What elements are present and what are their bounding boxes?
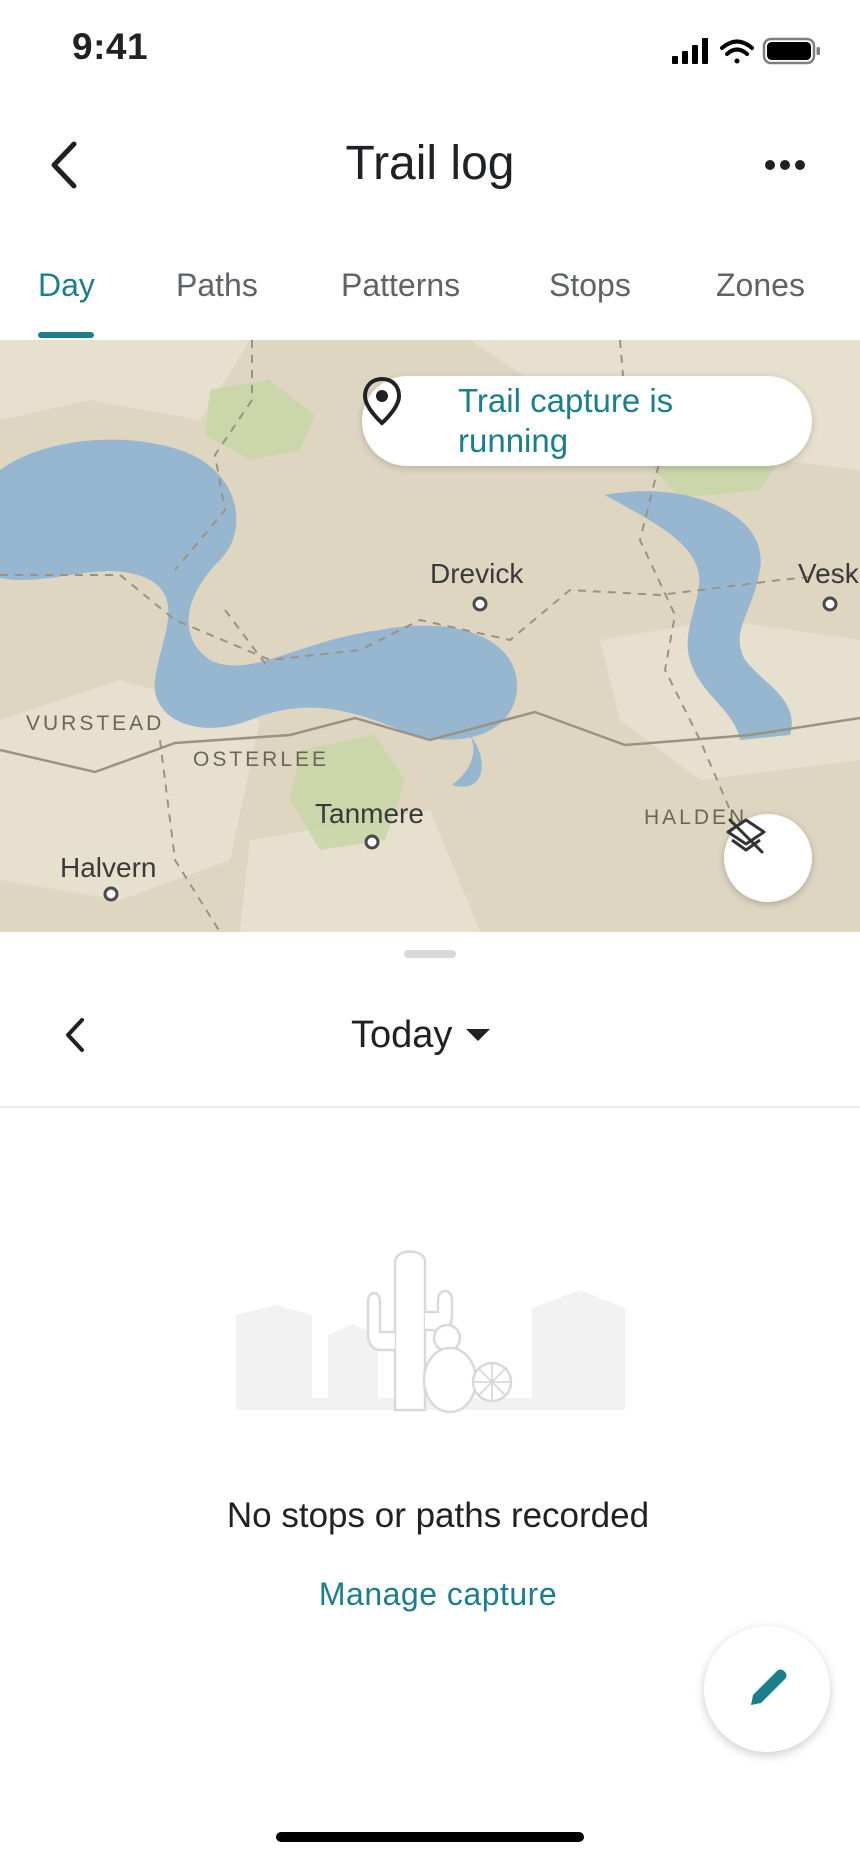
tab-stops[interactable]: Stops: [549, 258, 631, 342]
map-place-label: Vesk: [798, 558, 859, 589]
capture-status-text: Trail capture is running: [458, 382, 674, 459]
empty-state-message: No stops or paths recorded: [226, 1496, 650, 1535]
previous-day-button[interactable]: [40, 1000, 110, 1070]
map-region-label: OSTERLEE: [193, 748, 330, 771]
dropdown-caret-icon: [466, 1029, 491, 1041]
more-options-button[interactable]: [750, 130, 820, 200]
status-time: 9:41: [72, 26, 149, 67]
tab-patterns[interactable]: Patterns: [341, 258, 460, 342]
location-pin-icon: [362, 376, 446, 451]
map-layers-button[interactable]: [724, 814, 812, 902]
wifi-icon: [720, 39, 754, 64]
capture-status-banner[interactable]: Trail capture is running: [362, 376, 812, 466]
divider: [0, 1106, 860, 1108]
empty-state-illustration: [230, 1220, 630, 1420]
map-region-label: VURSTEAD: [26, 712, 165, 735]
map-place-label: Drevick: [430, 558, 524, 589]
home-indicator[interactable]: [276, 1832, 584, 1842]
tab-bar: Day Paths Patterns Stops Zones: [0, 258, 860, 342]
map-place-label: Tanmere: [315, 798, 424, 829]
tab-paths[interactable]: Paths: [176, 258, 258, 342]
status-icons: [672, 36, 824, 66]
edit-icon: [751, 1669, 787, 1705]
sheet-drag-handle[interactable]: [404, 950, 456, 958]
tab-zones[interactable]: Zones: [716, 258, 805, 342]
map-place-label: Halvern: [60, 852, 157, 883]
signal-icon: [672, 38, 708, 64]
battery-icon: [762, 37, 820, 65]
layers-icon: [726, 818, 766, 854]
date-label: Today: [351, 1013, 453, 1056]
map-view[interactable]: Drevick Vesk Tanmere Halvern VURSTEAD OS…: [0, 340, 860, 932]
active-tab-indicator: [38, 332, 94, 338]
edit-fab[interactable]: [704, 1626, 830, 1752]
more-icon: [765, 160, 805, 170]
tab-day[interactable]: Day: [38, 258, 95, 342]
page-title: Trail log: [345, 137, 515, 190]
date-selector[interactable]: Today: [351, 1005, 491, 1065]
chevron-left-icon: [66, 1018, 84, 1052]
manage-capture-link[interactable]: Manage capture: [0, 1576, 860, 1613]
